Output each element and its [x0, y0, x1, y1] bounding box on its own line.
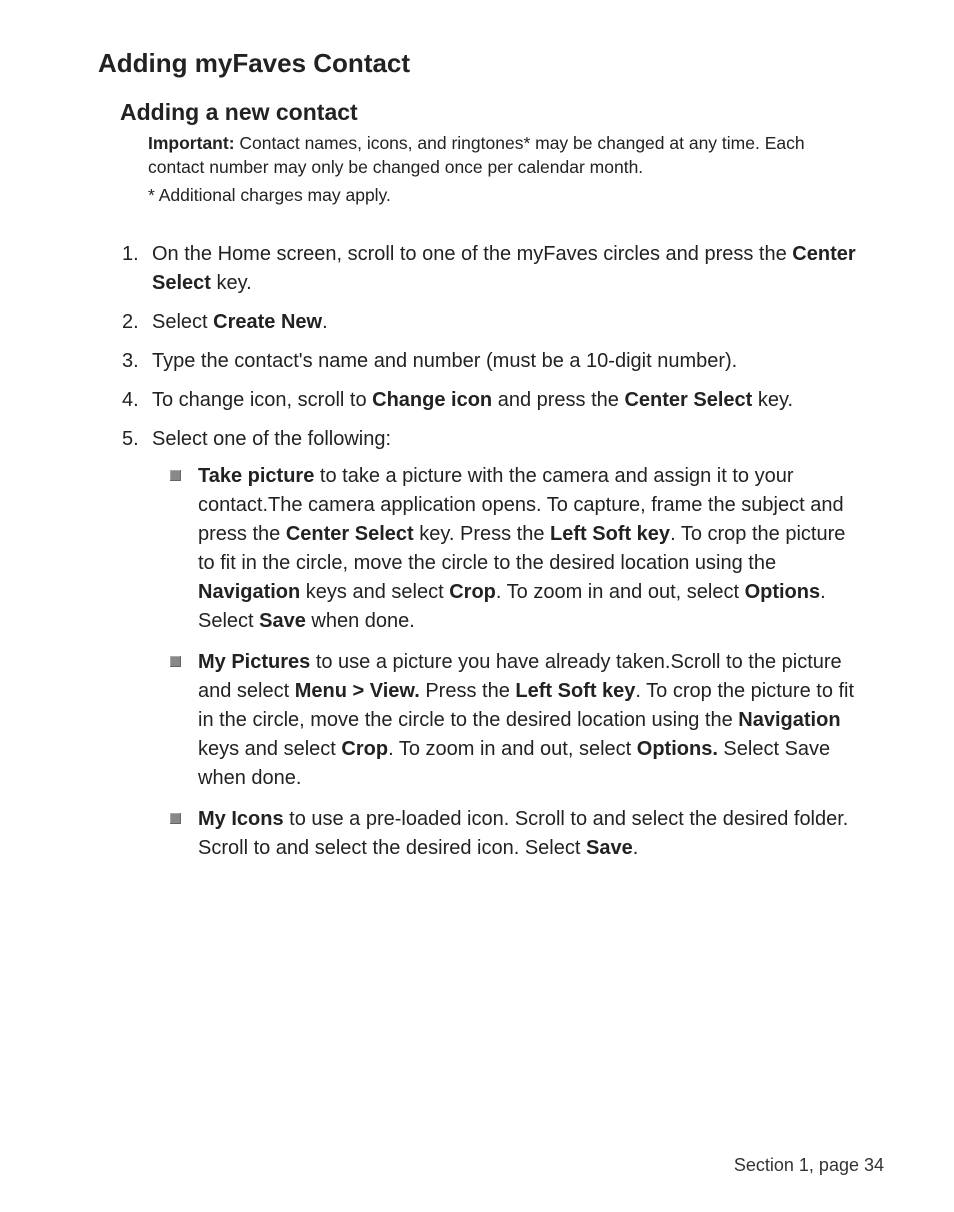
- footnote-text: * Additional charges may apply.: [148, 185, 864, 206]
- step-item: On the Home screen, scroll to one of the…: [122, 240, 864, 298]
- steps-list: On the Home screen, scroll to one of the…: [122, 240, 864, 863]
- section-heading: Adding a new contact: [120, 99, 884, 126]
- page-title: Adding myFaves Contact: [98, 48, 884, 79]
- step-item: Select one of the following: Take pictur…: [122, 425, 864, 863]
- step-item: Type the contact's name and number (must…: [122, 347, 864, 376]
- sub-options-list: Take picture to take a picture with the …: [162, 462, 864, 863]
- important-note: Important: Contact names, icons, and rin…: [148, 132, 864, 179]
- page-footer: Section 1, page 34: [734, 1155, 884, 1176]
- list-item: My Pictures to use a picture you have al…: [162, 648, 864, 793]
- list-item: My Icons to use a pre-loaded icon. Scrol…: [162, 805, 864, 863]
- important-label: Important:: [148, 133, 235, 153]
- document-page: Adding myFaves Contact Adding a new cont…: [0, 0, 954, 1212]
- step-item: To change icon, scroll to Change icon an…: [122, 386, 864, 415]
- important-text: Contact names, icons, and ringtones* may…: [148, 133, 805, 177]
- list-item: Take picture to take a picture with the …: [162, 462, 864, 636]
- step-item: Select Create New.: [122, 308, 864, 337]
